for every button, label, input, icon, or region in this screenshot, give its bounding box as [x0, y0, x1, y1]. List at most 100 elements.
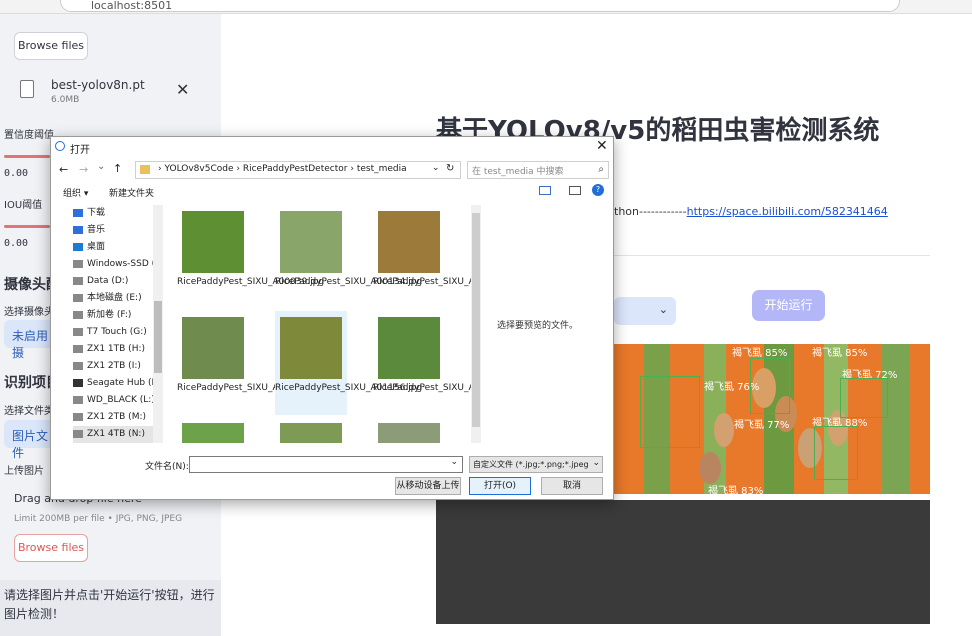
- path-segment[interactable]: test_media: [357, 164, 407, 174]
- nav-item[interactable]: 本地磁盘 (E:): [73, 290, 163, 307]
- bilibili-link[interactable]: https://space.bilibili.com/582341464: [687, 205, 888, 218]
- image-thumbnail: [280, 211, 342, 273]
- file-item[interactable]: [177, 417, 249, 443]
- nav-item[interactable]: 桌面: [73, 239, 163, 256]
- detection-box: [840, 378, 888, 418]
- file-item-hovered[interactable]: RicePaddyPest_SIXU_A01156.jpg: [275, 311, 422, 415]
- start-button[interactable]: 开始运行: [752, 290, 825, 321]
- desktop-icon: [73, 242, 83, 251]
- nav-item[interactable]: WD_BLACK (L:): [73, 392, 163, 409]
- divider: [614, 255, 930, 256]
- detection-label: 褐飞虱 85%: [732, 348, 788, 359]
- nav-item[interactable]: ZX1 1TB (H:): [73, 341, 163, 358]
- search-input[interactable]: 在 test_media 中搜索 ⌕: [467, 161, 609, 179]
- main-select[interactable]: ⌄: [614, 297, 676, 325]
- file-item[interactable]: [275, 417, 347, 443]
- music-icon: [73, 225, 83, 234]
- open-button[interactable]: 打开(O): [469, 477, 531, 495]
- nav-item[interactable]: Seagate Hub (K:: [73, 375, 163, 392]
- limit-text: Limit 200MB per file • JPG, PNG, JPEG: [14, 514, 183, 524]
- cancel-button[interactable]: 取消: [541, 477, 603, 495]
- url-text: localhost:8501: [91, 0, 173, 12]
- path-segment[interactable]: YOLOv8v5Code: [164, 164, 233, 174]
- nav-item[interactable]: 新加卷 (F:): [73, 307, 163, 324]
- nav-item[interactable]: 音乐: [73, 222, 163, 239]
- camera-select-label: 选择摄像头: [4, 307, 54, 318]
- nav-item[interactable]: ZX1 2TB (I:): [73, 358, 163, 375]
- close-icon[interactable]: ✕: [596, 138, 608, 154]
- iou-slider[interactable]: [4, 225, 50, 228]
- refresh-icon[interactable]: ↻: [446, 163, 454, 174]
- nav-item[interactable]: ZX1 2TB (M:): [73, 409, 163, 426]
- address-bar[interactable]: localhost:8501: [60, 0, 900, 12]
- chevron-down-icon: ⌄: [592, 458, 600, 468]
- file-item[interactable]: RicePaddyPest_SIXU_A00427.jpg: [373, 205, 473, 309]
- help-icon[interactable]: ?: [592, 184, 604, 196]
- nav-item[interactable]: 下载: [73, 205, 163, 222]
- browse-files-button-top[interactable]: Browse files: [14, 32, 88, 60]
- drive-icon: [73, 310, 83, 319]
- chevron-down-icon[interactable]: ⌄: [97, 161, 105, 172]
- file-item[interactable]: RicePaddyPest_SIXU_A00755.jpg: [177, 311, 324, 415]
- filename-input[interactable]: ⌄: [189, 456, 463, 473]
- dialog-toolbar: 组织 ▾ 新建文件夹 ?: [51, 183, 613, 201]
- conf-threshold-label: 置信度阈值: [4, 130, 54, 141]
- back-arrow-icon[interactable]: ←: [59, 163, 68, 176]
- address-path[interactable]: › YOLOv8v5Code › RicePaddyPestDetector ›…: [135, 161, 461, 179]
- hint-text: 请选择图片并点击'开始运行'按钮，进行图片检测！: [4, 588, 215, 621]
- download-icon: [73, 208, 83, 217]
- drive-icon: [73, 395, 83, 404]
- path-separator: ›: [350, 164, 354, 174]
- file-item[interactable]: RicePaddyPest_SIXU_A01494.jpg: [373, 311, 473, 415]
- new-folder-button[interactable]: 新建文件夹: [109, 186, 154, 199]
- drive-icon: [73, 429, 83, 438]
- image-thumbnail: [182, 317, 244, 379]
- preview-pane-icon[interactable]: [569, 186, 581, 195]
- filename-label: 文件名(N):: [145, 462, 189, 472]
- model-file-size: 6.0MB: [51, 95, 80, 105]
- model-file-name: best-yolov8n.pt: [51, 78, 145, 92]
- hint-box: 请选择图片并点击'开始运行'按钮，进行图片检测！: [0, 580, 221, 636]
- nav-item[interactable]: Data (D:): [73, 273, 163, 290]
- upload-from-device-button[interactable]: 从移动设备上传: [395, 477, 461, 495]
- image-thumbnail: [280, 423, 342, 443]
- nav-item-selected[interactable]: ZX1 4TB (N:): [73, 426, 163, 443]
- file-type-label: 选择文件类: [4, 406, 54, 417]
- nav-scrollbar[interactable]: [153, 205, 163, 443]
- forward-arrow-icon[interactable]: →: [79, 163, 88, 176]
- drive-icon: [73, 259, 83, 268]
- browse-files-button[interactable]: Browse files: [14, 534, 88, 562]
- nav-item[interactable]: T7 Touch (G:): [73, 324, 163, 341]
- drive-icon: [73, 327, 83, 336]
- file-item[interactable]: RicePaddyPest_SIXU_A00134.jpg: [275, 205, 422, 309]
- file-item[interactable]: [373, 417, 445, 443]
- browser-toolbar: localhost:8501: [0, 0, 972, 14]
- scroll-thumb[interactable]: [472, 213, 480, 427]
- drive-icon: [73, 361, 83, 370]
- file-icon: [20, 80, 34, 98]
- preview-message: 选择要预览的文件。: [497, 321, 579, 331]
- organize-menu[interactable]: 组织 ▾: [63, 186, 88, 199]
- image-thumbnail: [280, 317, 342, 379]
- dialog-titlebar: 打开 ✕: [51, 137, 613, 157]
- app-icon: [55, 141, 65, 151]
- detection-box: [750, 358, 790, 414]
- path-segment[interactable]: RicePaddyPestDetector: [243, 164, 348, 174]
- scroll-thumb[interactable]: [154, 301, 162, 373]
- remove-file-icon[interactable]: ✕: [176, 82, 189, 98]
- conf-slider[interactable]: [4, 155, 50, 158]
- view-icon[interactable]: [539, 186, 551, 195]
- image-thumbnail: [182, 423, 244, 443]
- chevron-down-icon[interactable]: ⌄: [432, 163, 440, 173]
- file-item[interactable]: RicePaddyPest_SIXU_A00039.jpg: [177, 205, 324, 309]
- chevron-down-icon: ⌄: [658, 303, 668, 316]
- up-arrow-icon[interactable]: ↑: [113, 162, 122, 175]
- drive-icon: [73, 344, 83, 353]
- nav-item[interactable]: Windows-SSD (C: [73, 256, 163, 273]
- chevron-down-icon: ⌄: [450, 457, 458, 467]
- filetype-select[interactable]: 自定义文件 (*.jpg;*.png;*.jpeg ⌄: [469, 456, 603, 473]
- iou-value: 0.00: [4, 238, 29, 249]
- file-grid-scrollbar[interactable]: [471, 205, 481, 443]
- iou-threshold-label: IOU阈值: [4, 200, 43, 211]
- drive-icon: [73, 276, 83, 285]
